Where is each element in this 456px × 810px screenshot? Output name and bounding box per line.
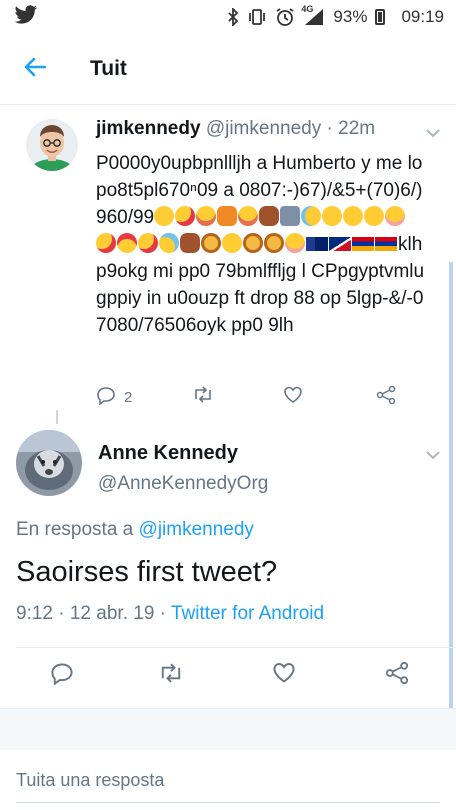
tweet-meta: 9:12 · 12 abr. 19 · Twitter for Android — [16, 603, 324, 625]
tweet-time: 22m — [338, 118, 376, 139]
arrow-left-icon — [24, 57, 47, 82]
source-link[interactable]: Twitter for Android — [171, 603, 324, 624]
tweet-text: Saoirses first tweet? — [16, 556, 278, 588]
armenia-flag — [352, 237, 374, 251]
page-title: Tuit — [90, 57, 127, 80]
user-handle[interactable]: @jimkennedy — [206, 118, 321, 139]
bluetooth-icon — [227, 8, 239, 26]
tweet-timestamp: 9:12 · 12 abr. 19 · — [16, 603, 171, 624]
american-samoa-flag — [329, 237, 351, 251]
user-name[interactable]: jimkennedy — [96, 118, 201, 139]
chevron-down-icon[interactable] — [425, 447, 441, 460]
divider — [16, 647, 456, 648]
share-icon — [376, 385, 396, 408]
chevron-down-icon[interactable] — [425, 125, 441, 138]
clock: 09:19 — [401, 7, 444, 26]
yum-emoji — [196, 206, 217, 226]
reply-to-link[interactable]: @jimkennedy — [139, 519, 254, 540]
user-name[interactable]: Anne Kennedy — [98, 442, 238, 465]
reply-icon — [50, 662, 74, 689]
blush-emoji — [385, 206, 406, 226]
like-button[interactable] — [272, 662, 296, 688]
australia-flag — [306, 237, 328, 251]
lion-emoji — [264, 233, 284, 253]
avatar[interactable] — [26, 119, 78, 171]
retweet-icon — [158, 663, 184, 687]
section-gap — [0, 708, 456, 752]
reply-count: 2 — [124, 389, 133, 406]
alarm-icon — [275, 7, 295, 27]
share-button[interactable] — [376, 385, 396, 408]
user-handle[interactable]: @AnneKennedyOrg — [98, 473, 268, 495]
stadium-emoji — [280, 206, 301, 226]
deer-emoji — [259, 206, 280, 226]
twitter-bird-icon — [14, 4, 38, 30]
signal-icon: 4G — [301, 4, 325, 26]
status-bar: 4G 93% 09:19 — [0, 0, 456, 34]
kiss-wink-emoji — [96, 233, 116, 253]
sweat-smile-emoji — [159, 233, 179, 253]
tweet-actions — [0, 658, 456, 694]
reply-composer[interactable]: Tuita una resposta — [0, 750, 456, 810]
network-type: 4G — [301, 4, 314, 14]
scrollbar[interactable] — [449, 262, 453, 782]
reply-button[interactable] — [50, 662, 74, 689]
avatar[interactable] — [16, 430, 82, 496]
heart-eyes-emoji — [117, 233, 137, 253]
kiss-wink-emoji — [175, 206, 196, 226]
confounded-emoji — [222, 233, 242, 253]
tweet-text: P0000y0upbpnllljh a Humberto y me lo po8… — [96, 150, 426, 339]
armenia-flag — [375, 237, 397, 251]
yum-emoji — [238, 206, 259, 226]
reply-button[interactable]: 2 — [96, 386, 132, 409]
vibrate-icon — [247, 8, 267, 26]
kiss-wink-emoji — [138, 233, 158, 253]
heart-icon — [272, 662, 296, 688]
separator: · — [321, 118, 339, 139]
confounded-emoji — [322, 206, 343, 226]
heart-icon — [283, 386, 303, 408]
share-icon — [385, 661, 409, 688]
retweet-icon — [192, 386, 214, 407]
battery-icon — [375, 9, 386, 25]
disappointed-relieved-emoji — [301, 206, 322, 226]
tweet-actions: 2 — [96, 385, 426, 410]
parent-tweet[interactable]: jimkennedy @jimkennedy · 22m P0000y0upbp… — [0, 104, 456, 420]
lion-emoji — [243, 233, 263, 253]
like-button[interactable] — [283, 386, 303, 408]
retweet-button[interactable] — [192, 386, 214, 407]
share-button[interactable] — [385, 661, 409, 688]
tired-face-emoji — [343, 206, 364, 226]
thread-line — [56, 410, 58, 424]
blush-emoji — [285, 233, 305, 253]
reply-icon — [96, 386, 116, 409]
reply-prefix: En resposta a — [16, 519, 139, 540]
deer-emoji — [180, 233, 200, 253]
app-bar: Tuit — [0, 34, 456, 105]
tweet-header: jimkennedy @jimkennedy · 22m — [96, 118, 375, 140]
battery-percent: 93% — [333, 7, 368, 26]
retweet-button[interactable] — [158, 663, 184, 687]
back-button[interactable] — [0, 34, 70, 104]
fox-emoji — [217, 206, 238, 226]
lion-emoji — [201, 233, 221, 253]
reply-input[interactable]: Tuita una resposta — [16, 770, 164, 791]
input-underline — [16, 802, 440, 803]
relieved-emoji — [364, 206, 385, 226]
kissing-emoji — [154, 206, 175, 226]
reply-context: En resposta a @jimkennedy — [16, 519, 254, 541]
